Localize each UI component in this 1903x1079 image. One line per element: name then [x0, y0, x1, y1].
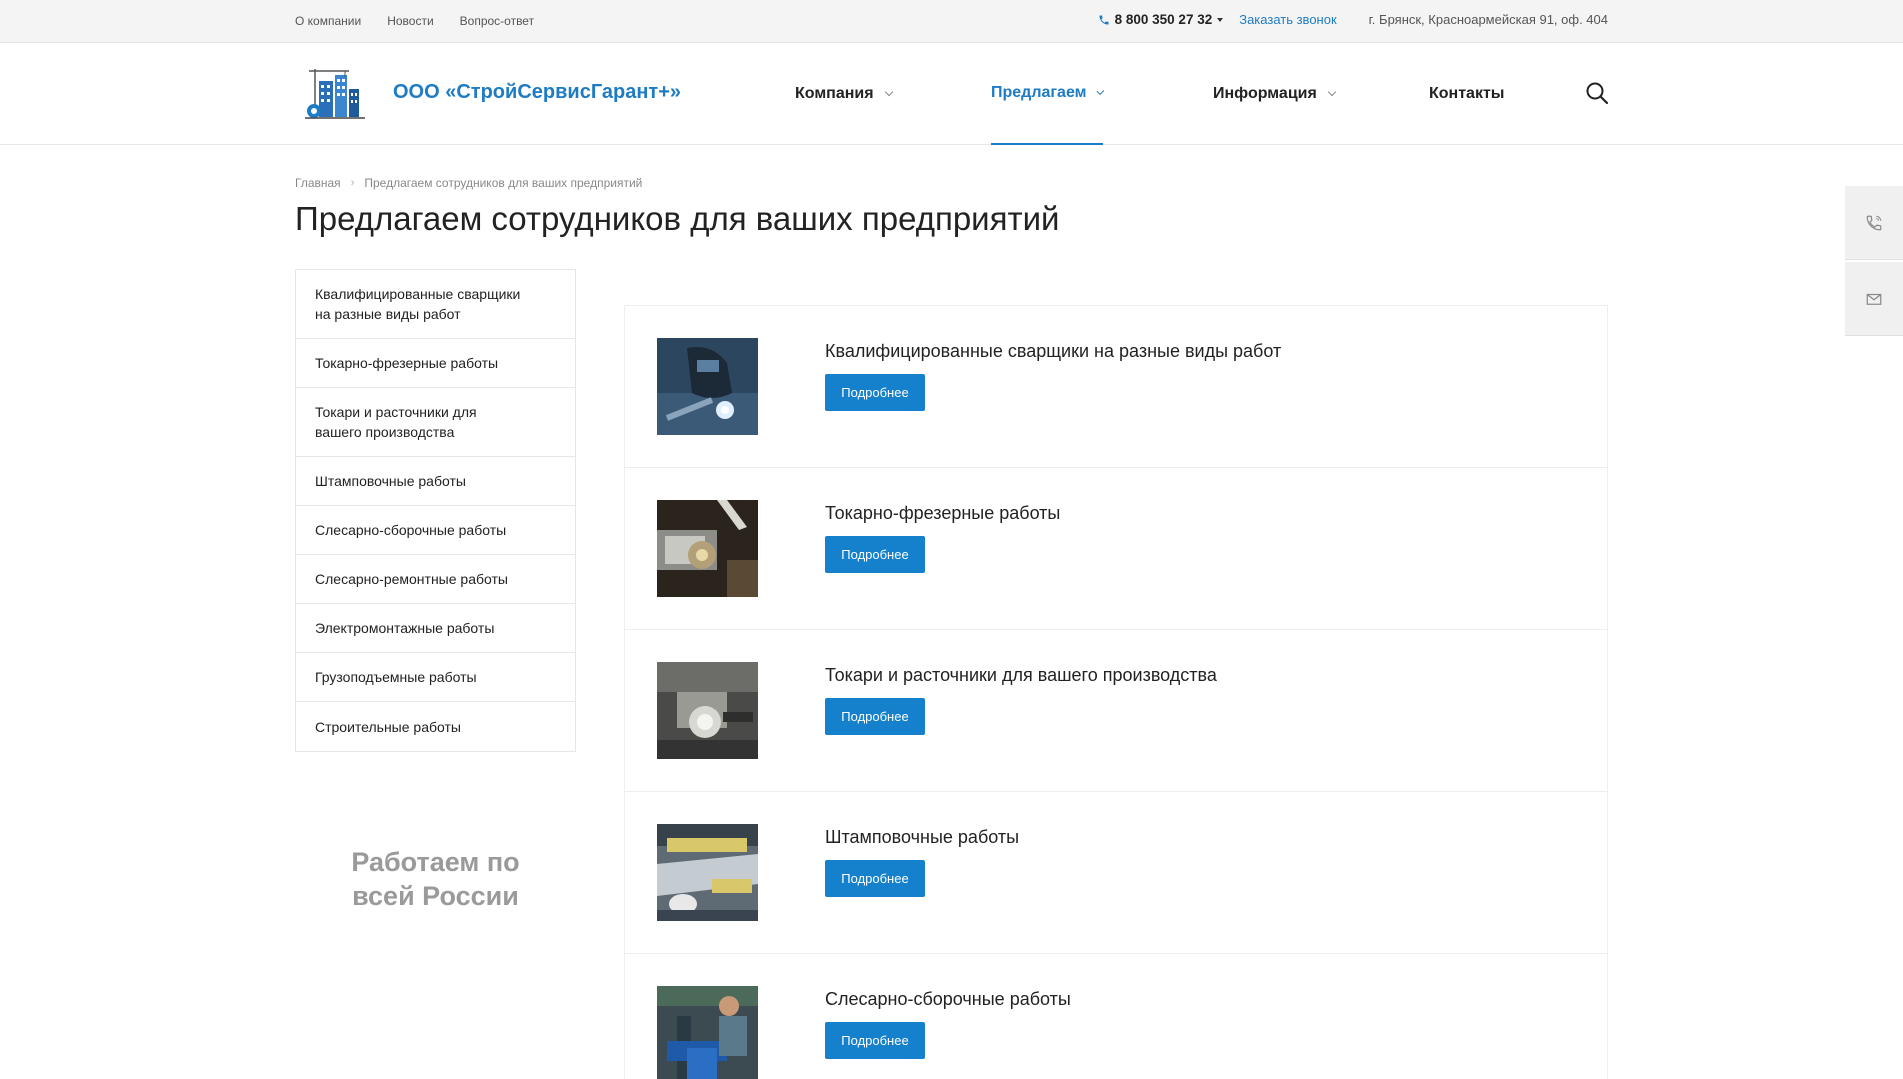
details-button[interactable]: Подробнее — [825, 374, 925, 411]
list-item: Токари и расточники для вашего производс… — [625, 630, 1607, 792]
top-bar: О компании Новости Вопрос-ответ 8 800 35… — [0, 0, 1903, 43]
list-item: Штамповочные работы Подробнее — [625, 792, 1607, 954]
sidebar-item-lifting[interactable]: Грузоподъемные работы — [296, 653, 575, 702]
nav-item-company[interactable]: Компания — [795, 43, 893, 145]
phone-dropdown-icon[interactable] — [1217, 17, 1224, 22]
company-logo-icon[interactable] — [305, 67, 373, 123]
welder-image-icon — [657, 338, 758, 435]
breadcrumb-home[interactable]: Главная — [295, 176, 341, 190]
breadcrumb: Главная › Предлагаем сотрудников для ваш… — [295, 176, 642, 190]
top-link-about[interactable]: О компании — [295, 14, 361, 28]
sidebar-promo: Работаем по всей России — [351, 847, 520, 911]
phone-call-icon — [1866, 215, 1882, 230]
sidebar-menu: Квалифицированные сварщики на разные вид… — [295, 269, 576, 752]
assembly-image-icon — [657, 986, 758, 1079]
mail-icon — [1866, 293, 1882, 305]
nav-label: Контакты — [1429, 85, 1505, 102]
details-button[interactable]: Подробнее — [825, 1022, 925, 1059]
service-thumbnail[interactable] — [657, 662, 758, 759]
sidebar-item-turners[interactable]: Токари и расточники для вашего производс… — [296, 388, 575, 457]
sidebar-item-assembly[interactable]: Слесарно-сборочные работы — [296, 506, 575, 555]
breadcrumb-separator-icon: › — [350, 177, 355, 189]
callback-link[interactable]: Заказать звонок — [1239, 12, 1336, 27]
lathe-image-icon — [657, 500, 758, 597]
service-thumbnail[interactable] — [657, 500, 758, 597]
nav-item-info[interactable]: Информация — [1213, 43, 1337, 145]
service-thumbnail[interactable] — [657, 986, 758, 1079]
breadcrumb-current: Предлагаем сотрудников для ваших предпри… — [364, 176, 643, 190]
nav-item-contacts[interactable]: Контакты — [1429, 43, 1504, 145]
list-item: Токарно-фрезерные работы Подробнее — [625, 468, 1607, 630]
service-title[interactable]: Токарно-фрезерные работы — [825, 503, 1060, 524]
stamping-image-icon — [657, 824, 758, 921]
phone-icon — [1099, 15, 1109, 24]
sidebar-item-electrical[interactable]: Электромонтажные работы — [296, 604, 575, 653]
phone-number[interactable]: 8 800 350 27 32 — [1115, 12, 1213, 27]
logo-text[interactable]: ООО «СтройСервисГарант+» — [393, 81, 681, 104]
sidebar-item-stamping[interactable]: Штамповочные работы — [296, 457, 575, 506]
floating-widgets — [1845, 186, 1903, 338]
nav-item-offer[interactable]: Предлагаем — [991, 43, 1105, 145]
service-title[interactable]: Токари и расточники для вашего производс… — [825, 665, 1217, 686]
nav-label: Предлагаем — [991, 84, 1087, 101]
list-item: Слесарно-сборочные работы Подробнее — [625, 954, 1607, 1079]
email-widget[interactable] — [1845, 262, 1903, 336]
chevron-down-icon — [1097, 87, 1105, 95]
service-title[interactable]: Квалифицированные сварщики на разные вид… — [825, 341, 1281, 362]
chevron-down-icon — [884, 87, 893, 97]
search-icon[interactable] — [1585, 81, 1609, 105]
top-contacts: 8 800 350 27 32 Заказать звонок г. Брянс… — [1098, 12, 1608, 27]
service-title[interactable]: Слесарно-сборочные работы — [825, 989, 1071, 1010]
top-links: О компании Новости Вопрос-ответ — [295, 14, 534, 28]
details-button[interactable]: Подробнее — [825, 536, 925, 573]
details-button[interactable]: Подробнее — [825, 860, 925, 897]
service-thumbnail[interactable] — [657, 824, 758, 921]
turner-image-icon — [657, 662, 758, 759]
sidebar-item-turning-milling[interactable]: Токарно-фрезерные работы — [296, 339, 575, 388]
list-item: Квалифицированные сварщики на разные вид… — [625, 306, 1607, 468]
site-header: ООО «СтройСервисГарант+» Компания Предла… — [0, 43, 1903, 145]
nav-label: Компания — [795, 85, 874, 102]
address-text: г. Брянск, Красноармейская 91, оф. 404 — [1368, 12, 1608, 27]
callback-widget[interactable] — [1845, 186, 1903, 260]
sidebar-item-construction[interactable]: Строительные работы — [296, 702, 575, 751]
service-thumbnail[interactable] — [657, 338, 758, 435]
top-link-news[interactable]: Новости — [387, 14, 433, 28]
page-title: Предлагаем сотрудников для ваших предпри… — [295, 200, 1060, 237]
service-title[interactable]: Штамповочные работы — [825, 827, 1019, 848]
chevron-down-icon — [1327, 87, 1337, 97]
sidebar-item-repair[interactable]: Слесарно-ремонтные работы — [296, 555, 575, 604]
services-list: Квалифицированные сварщики на разные вид… — [624, 305, 1608, 1079]
details-button[interactable]: Подробнее — [825, 698, 925, 735]
nav-label: Информация — [1213, 85, 1317, 102]
sidebar-item-welders[interactable]: Квалифицированные сварщики на разные вид… — [296, 270, 575, 339]
top-link-faq[interactable]: Вопрос-ответ — [460, 14, 534, 28]
